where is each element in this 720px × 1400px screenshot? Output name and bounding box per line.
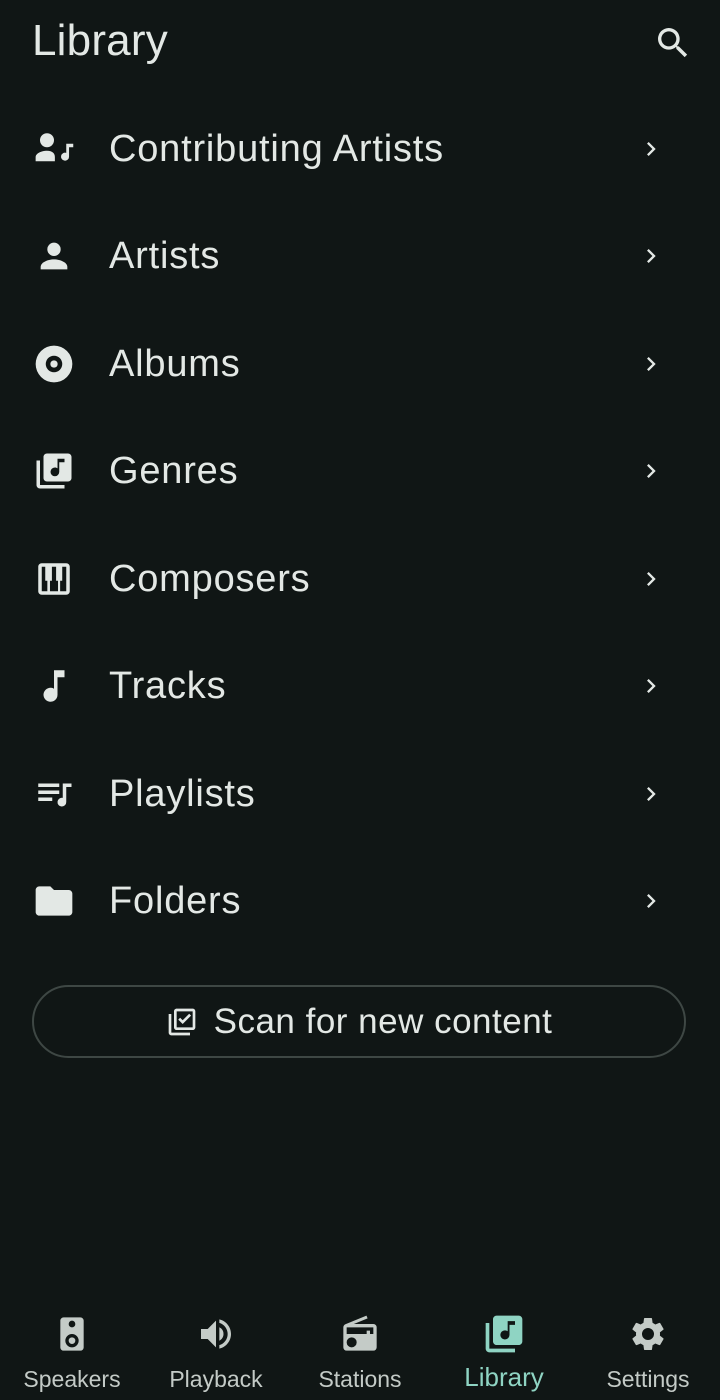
nav-label: Stations	[318, 1366, 402, 1392]
scan-button-label: Scan for new content	[213, 1001, 553, 1041]
menu-item-label: Albums	[109, 342, 241, 385]
menu-item-label: Folders	[109, 880, 242, 923]
menu-item-folders[interactable]: Folders	[0, 848, 720, 956]
scan-for-new-content-button[interactable]: Scan for new content	[32, 985, 686, 1058]
library-menu: Contributing Artists Artists Albums Genr…	[0, 95, 720, 955]
page-title: Library	[32, 16, 168, 65]
nav-item-settings[interactable]: Settings	[576, 1290, 720, 1400]
nav-item-playback[interactable]: Playback	[144, 1290, 288, 1400]
chevron-right-icon	[636, 349, 666, 379]
speaker-icon	[50, 1312, 94, 1356]
menu-item-label: Playlists	[109, 772, 256, 815]
top-app-bar: Library	[0, 0, 720, 84]
chevron-right-icon	[636, 134, 666, 164]
search-button[interactable]	[648, 18, 698, 68]
library-music-icon	[482, 1312, 526, 1356]
library-music-icon	[32, 449, 76, 493]
search-icon	[658, 28, 688, 58]
nav-label: Settings	[606, 1366, 690, 1392]
bottom-navigation: Speakers Playback Stations Library Setti…	[0, 1290, 720, 1400]
chevron-right-icon	[636, 886, 666, 916]
menu-item-label: Artists	[109, 235, 221, 278]
piano-icon	[32, 557, 76, 601]
playlist-icon	[32, 772, 76, 816]
menu-item-tracks[interactable]: Tracks	[0, 633, 720, 741]
folder-icon	[32, 879, 76, 923]
chevron-right-icon	[636, 564, 666, 594]
volume-icon	[194, 1312, 238, 1356]
chevron-right-icon	[636, 456, 666, 486]
gear-icon	[626, 1312, 670, 1356]
nav-item-stations[interactable]: Stations	[288, 1290, 432, 1400]
nav-label: Playback	[169, 1366, 263, 1392]
menu-item-label: Genres	[109, 450, 239, 493]
nav-label: Library	[464, 1362, 544, 1392]
person-icon	[32, 234, 76, 278]
menu-item-artists[interactable]: Artists	[0, 203, 720, 311]
chevron-right-icon	[636, 671, 666, 701]
menu-item-playlists[interactable]: Playlists	[0, 740, 720, 848]
menu-item-label: Contributing Artists	[109, 127, 444, 170]
menu-item-label: Tracks	[109, 665, 227, 708]
menu-item-label: Composers	[109, 557, 311, 600]
menu-item-composers[interactable]: Composers	[0, 525, 720, 633]
menu-item-genres[interactable]: Genres	[0, 418, 720, 526]
menu-item-albums[interactable]: Albums	[0, 310, 720, 418]
nav-item-library[interactable]: Library	[432, 1290, 576, 1400]
album-icon	[32, 342, 76, 386]
chevron-right-icon	[636, 779, 666, 809]
menu-item-contributing-artists[interactable]: Contributing Artists	[0, 95, 720, 203]
radio-icon	[338, 1312, 382, 1356]
library-add-check-icon	[168, 1008, 195, 1035]
chevron-right-icon	[636, 241, 666, 271]
nav-item-speakers[interactable]: Speakers	[0, 1290, 144, 1400]
contributing-artists-icon	[32, 127, 76, 171]
music-note-icon	[32, 664, 76, 708]
nav-label: Speakers	[23, 1366, 121, 1392]
